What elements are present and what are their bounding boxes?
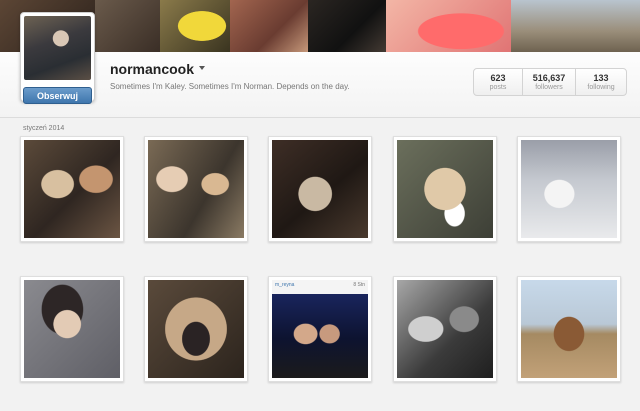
follow-button[interactable]: Obserwuj — [23, 87, 92, 104]
photo-bw-couple — [397, 280, 493, 378]
stat-following-label: following — [587, 83, 615, 91]
photo-tile[interactable]: m_reyna 8 Stn — [268, 276, 372, 382]
profile-bio: Sometimes I'm Kaley. Sometimes I'm Norma… — [110, 82, 350, 91]
photo-overlay-time: 8 Stn — [353, 282, 365, 288]
photo-tile[interactable] — [20, 136, 124, 242]
photo-tile[interactable] — [144, 276, 248, 382]
photo-tile[interactable] — [393, 136, 497, 242]
cover-photo-2 — [95, 0, 160, 52]
profile-username: normancook — [110, 61, 195, 77]
stat-followers-count: 516,637 — [532, 72, 566, 83]
photo-tile[interactable] — [20, 276, 124, 382]
photo-woman-portrait — [24, 280, 120, 378]
stat-posts-label: posts — [489, 83, 507, 91]
cover-photo-6 — [386, 0, 511, 52]
photo-couple-party: m_reyna 8 Stn — [272, 280, 368, 378]
stat-following[interactable]: 133 following — [576, 69, 626, 95]
stat-following-count: 133 — [593, 72, 609, 83]
feed-date-label: styczeń 2014 — [23, 125, 65, 132]
profile-cover-strip — [0, 0, 640, 52]
photo-horse-rider — [521, 280, 617, 378]
photo-dog-closeup — [397, 140, 493, 238]
profile-header: Obserwuj normancook Sometimes I'm Kaley.… — [0, 12, 640, 118]
cover-photo-7 — [511, 0, 640, 52]
chevron-down-icon[interactable] — [199, 66, 205, 70]
stat-posts-count: 623 — [490, 72, 506, 83]
photo-tile[interactable] — [393, 276, 497, 382]
cover-photo-5 — [308, 0, 386, 52]
photo-dog-sleeping — [272, 140, 368, 238]
photo-dog-nose — [148, 280, 244, 378]
photo-dog-kiss — [24, 140, 120, 238]
photo-tile[interactable] — [268, 136, 372, 242]
avatar-image — [24, 16, 91, 80]
profile-stats: 623 posts 516,637 followers 133 followin… — [473, 68, 627, 96]
cover-photo-4 — [230, 0, 308, 52]
stat-followers[interactable]: 516,637 followers — [523, 69, 576, 95]
stat-posts[interactable]: 623 posts — [474, 69, 523, 95]
photo-girls-selfie — [148, 140, 244, 238]
photo-tile[interactable] — [517, 136, 621, 242]
stat-followers-label: followers — [535, 83, 563, 91]
photo-runway-white-dress — [521, 140, 617, 238]
photo-overlay-user[interactable]: m_reyna — [275, 282, 294, 288]
cover-photo-3 — [160, 0, 230, 52]
photo-tile[interactable] — [144, 136, 248, 242]
photo-overlay-bar: m_reyna 8 Stn — [272, 280, 368, 290]
photo-tile[interactable] — [517, 276, 621, 382]
